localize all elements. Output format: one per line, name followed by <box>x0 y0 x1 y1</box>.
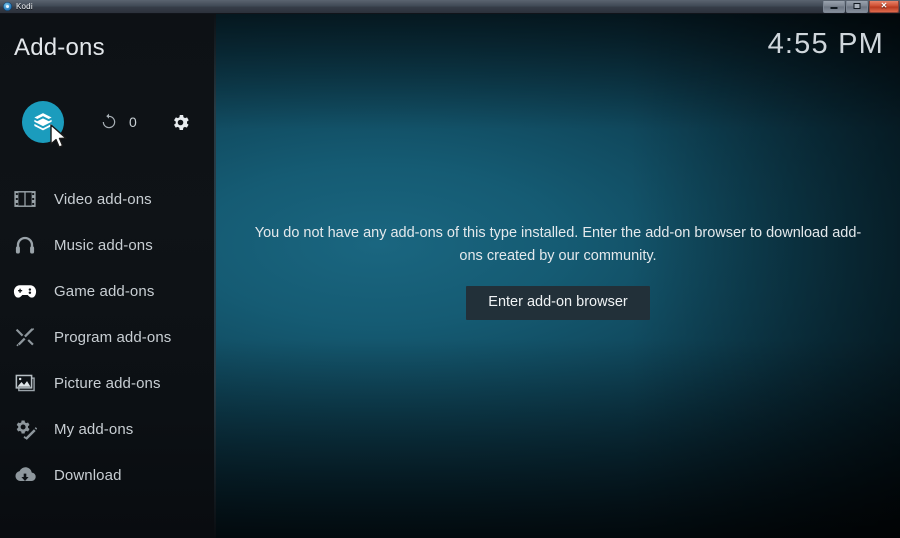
addon-box-icon <box>34 113 52 131</box>
kodi-canvas: Add-ons 4:55 PM 0 Video add-ons Music ad… <box>0 14 900 538</box>
kodi-window: Kodi ✕ Add-ons 4:55 PM 0 Video add-ons M… <box>0 0 900 538</box>
tools-icon <box>12 324 38 350</box>
main-content: You do not have any add-ons of this type… <box>216 14 900 538</box>
addon-browser-button[interactable] <box>22 101 64 143</box>
close-icon: ✕ <box>880 1 888 10</box>
sidebar-item-picture-add-ons[interactable]: Picture add-ons <box>0 360 216 406</box>
sidebar-item-label: My add-ons <box>54 420 134 438</box>
sidebar-item-program-add-ons[interactable]: Program add-ons <box>0 314 216 360</box>
kodi-logo-icon <box>3 2 12 11</box>
sidebar-item-label: Music add-ons <box>54 236 153 254</box>
sidebar-item-label: Game add-ons <box>54 282 155 300</box>
refresh-icon <box>102 113 116 129</box>
window-title: Kodi <box>16 2 33 11</box>
close-button[interactable]: ✕ <box>869 0 899 13</box>
film-strip-icon <box>12 186 38 212</box>
refresh-count: 0 <box>129 114 137 130</box>
gear-icon <box>174 114 190 130</box>
empty-state-message: You do not have any add-ons of this type… <box>254 224 862 264</box>
picture-icon <box>12 370 38 396</box>
minimize-button[interactable] <box>823 0 845 13</box>
addons-toolbar: 0 <box>0 88 216 156</box>
refresh-button[interactable] <box>98 111 120 133</box>
titlebar-left: Kodi <box>0 2 33 11</box>
sidebar-item-label: Picture add-ons <box>54 374 161 392</box>
window-controls: ✕ <box>823 0 899 13</box>
gamepad-icon <box>12 278 38 304</box>
headphones-icon <box>12 232 38 258</box>
sidebar-menu: Video add-ons Music add-ons Game add-ons… <box>0 176 216 498</box>
page-title: Add-ons <box>14 34 105 61</box>
sidebar-item-label: Download <box>54 466 122 484</box>
window-titlebar: Kodi ✕ <box>0 0 900 14</box>
sidebar-item-music-add-ons[interactable]: Music add-ons <box>0 222 216 268</box>
enter-addon-browser-button[interactable]: Enter add-on browser <box>466 285 650 321</box>
sidebar-item-game-add-ons[interactable]: Game add-ons <box>0 268 216 314</box>
maximize-button[interactable] <box>846 0 868 13</box>
settings-button[interactable] <box>170 111 192 133</box>
sidebar-item-video-add-ons[interactable]: Video add-ons <box>0 176 216 222</box>
sidebar-item-label: Program add-ons <box>54 328 172 346</box>
sidebar-item-my-add-ons[interactable]: My add-ons <box>0 406 216 452</box>
sidebar-item-label: Video add-ons <box>54 190 152 208</box>
cloud-download-icon <box>12 462 38 488</box>
gear-wrench-icon <box>12 416 38 442</box>
clock: 4:55 PM <box>767 28 884 60</box>
sidebar-item-download[interactable]: Download <box>0 452 216 498</box>
